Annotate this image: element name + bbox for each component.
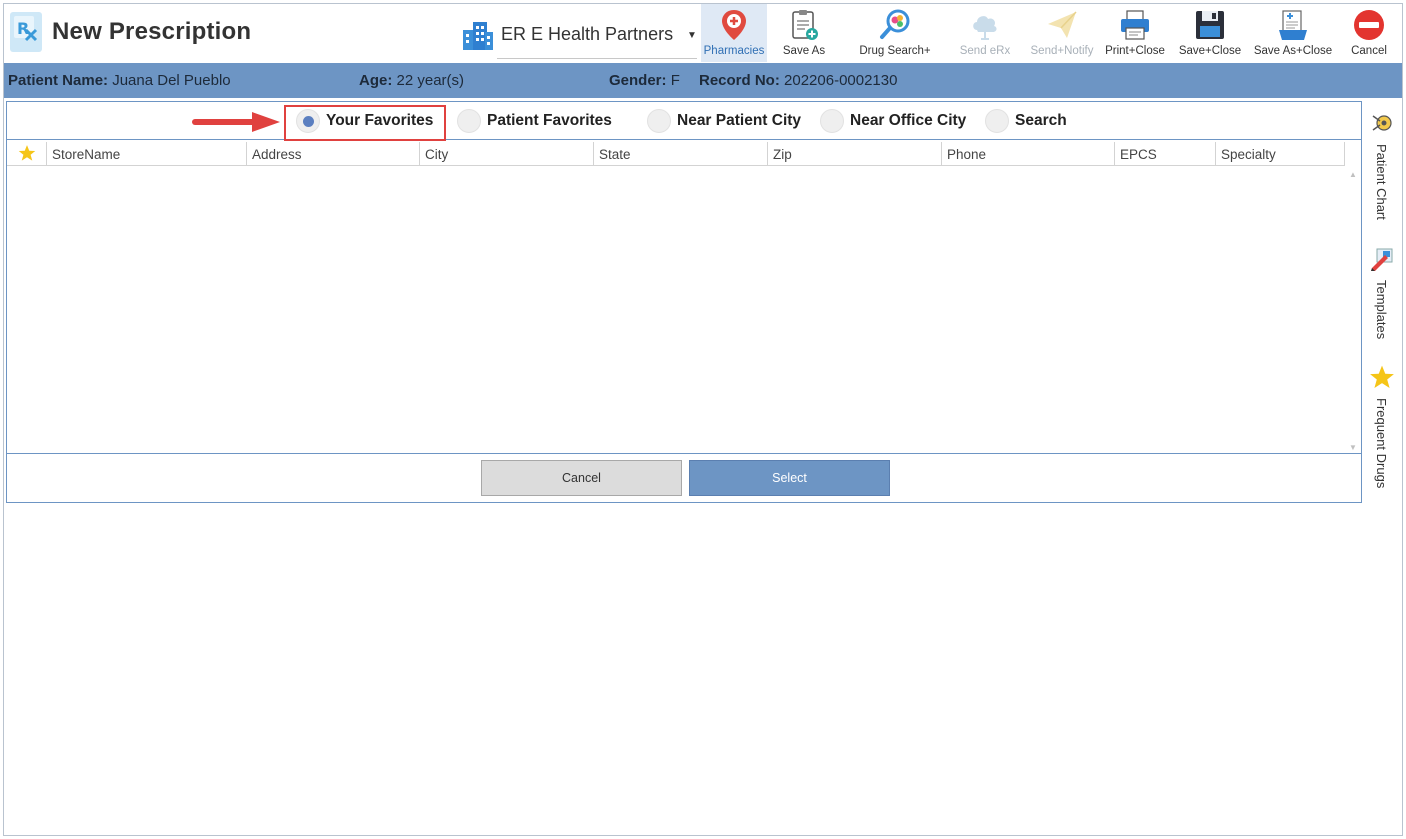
column-header-storename[interactable]: StoreName: [47, 142, 247, 166]
radio-button[interactable]: [647, 109, 671, 133]
send-notify-label: Send+Notify: [1030, 45, 1094, 57]
send-erx-label: Send eRx: [959, 45, 1011, 57]
tab-frequent-drugs[interactable]: Frequent Drugs: [1364, 364, 1402, 504]
patient-gender-value: F: [670, 72, 680, 89]
practice-name: ER E Health Partners: [501, 24, 674, 44]
column-header-address[interactable]: Address: [247, 142, 420, 166]
pharmacies-button[interactable]: Pharmacies: [701, 4, 767, 62]
prescription-window: R New Prescription ER E Health Partners …: [3, 3, 1403, 836]
grid-vertical-scrollbar[interactable]: ▲ ▼: [1345, 166, 1361, 454]
radio-button[interactable]: [820, 109, 844, 133]
radio-button[interactable]: [457, 109, 481, 133]
save-as-document-icon: [1276, 8, 1310, 42]
pharmacy-grid-header: StoreName Address City State Zip Phone E…: [7, 142, 1345, 166]
practice-selector[interactable]: ER E Health Partners ▼: [461, 14, 697, 60]
save-close-label: Save+Close: [1178, 45, 1242, 57]
radio-patient-favorites-label: Patient Favorites: [487, 112, 612, 129]
radio-your-favorites-label: Your Favorites: [326, 112, 434, 129]
drug-search-label: Drug Search+: [859, 45, 931, 57]
radio-near-patient-city-label: Near Patient City: [677, 112, 802, 129]
patient-age-label: Age:: [359, 72, 393, 89]
patient-record-field: Record No: 202206-0002130: [699, 72, 897, 89]
print-close-button[interactable]: Print+Close: [1102, 4, 1168, 62]
pharmacy-filter-options: Your Favorites Patient Favorites Near Pa…: [7, 102, 1361, 141]
save-as-label: Save As: [782, 45, 826, 57]
patient-gender-field: Gender: F: [609, 72, 680, 89]
drug-search-button[interactable]: Drug Search+: [854, 4, 936, 62]
radio-search-label: Search: [1015, 112, 1067, 129]
cancel-toolbar-label: Cancel: [1351, 45, 1387, 57]
star-icon: [18, 144, 36, 165]
pencil-templates-icon: [1369, 246, 1395, 272]
save-as-close-label: Save As+Close: [1253, 45, 1333, 57]
tab-templates-label: Templates: [1374, 280, 1389, 340]
radio-near-office-city-label: Near Office City: [850, 112, 967, 129]
magnifier-pills-icon: [878, 8, 912, 42]
patient-gender-label: Gender:: [609, 72, 667, 89]
patient-name-value: Juana Del Pueblo: [112, 72, 231, 89]
save-as-close-button[interactable]: Save As+Close: [1252, 4, 1334, 62]
patient-age-value: 22 year(s): [396, 72, 465, 89]
panel-button-bar: Cancel Select: [7, 453, 1361, 503]
clipboard-add-icon: [787, 8, 821, 42]
radio-button[interactable]: [985, 109, 1009, 133]
patient-chart-icon: [1369, 110, 1395, 136]
send-erx-button[interactable]: Send eRx: [954, 4, 1016, 62]
cancel-button[interactable]: Cancel: [481, 460, 682, 496]
favorite-column-header[interactable]: [7, 142, 47, 166]
cloud-icon: [968, 8, 1002, 42]
patient-age-field: Age: 22 year(s): [359, 72, 464, 89]
svg-text:R: R: [17, 19, 29, 38]
right-side-tabs: Patient Chart Templates Frequent Drugs: [1364, 104, 1402, 504]
red-arrow-annotation: [190, 111, 282, 133]
map-pin-icon: [717, 8, 751, 42]
column-header-phone[interactable]: Phone: [942, 142, 1115, 166]
practice-underline: [497, 58, 697, 59]
floppy-disk-icon: [1193, 8, 1227, 42]
chevron-down-icon[interactable]: ▼: [687, 30, 697, 41]
column-header-specialty[interactable]: Specialty: [1216, 142, 1345, 166]
column-header-state[interactable]: State: [594, 142, 768, 166]
save-as-button[interactable]: Save As: [774, 4, 834, 62]
radio-button-selected[interactable]: [296, 109, 320, 133]
column-header-zip[interactable]: Zip: [768, 142, 942, 166]
scroll-up-icon[interactable]: ▲: [1349, 170, 1357, 179]
tab-templates[interactable]: Templates: [1364, 246, 1402, 356]
pharmacy-panel: Your Favorites Patient Favorites Near Pa…: [6, 101, 1362, 503]
tab-frequent-drugs-label: Frequent Drugs: [1374, 398, 1389, 489]
patient-name-label: Patient Name:: [8, 72, 109, 89]
tab-patient-chart-label: Patient Chart: [1374, 144, 1389, 220]
prescription-app-icon: R: [8, 10, 46, 54]
paper-plane-icon: [1045, 8, 1079, 42]
patient-name-field: Patient Name: Juana Del Pueblo: [8, 72, 231, 89]
patient-record-value: 202206-0002130: [784, 72, 898, 89]
select-button[interactable]: Select: [689, 460, 890, 496]
patient-info-bar: Patient Name: Juana Del Pueblo Age: 22 y…: [4, 63, 1402, 98]
star-icon: [1369, 364, 1395, 390]
tab-patient-chart[interactable]: Patient Chart: [1364, 110, 1402, 230]
column-header-city[interactable]: City: [420, 142, 594, 166]
patient-record-label: Record No:: [699, 72, 780, 89]
pharmacies-label: Pharmacies: [703, 45, 765, 57]
header: R New Prescription ER E Health Partners …: [4, 4, 1402, 64]
scroll-down-icon[interactable]: ▼: [1349, 443, 1357, 452]
cancel-toolbar-button[interactable]: Cancel: [1340, 4, 1398, 62]
save-close-button[interactable]: Save+Close: [1176, 4, 1244, 62]
send-notify-button[interactable]: Send+Notify: [1024, 4, 1100, 62]
no-entry-icon: [1352, 8, 1386, 42]
building-icon: [461, 18, 495, 52]
print-close-label: Print+Close: [1105, 45, 1165, 57]
printer-icon: [1118, 8, 1152, 42]
page-title: New Prescription: [52, 18, 252, 45]
column-header-epcs[interactable]: EPCS: [1115, 142, 1216, 166]
